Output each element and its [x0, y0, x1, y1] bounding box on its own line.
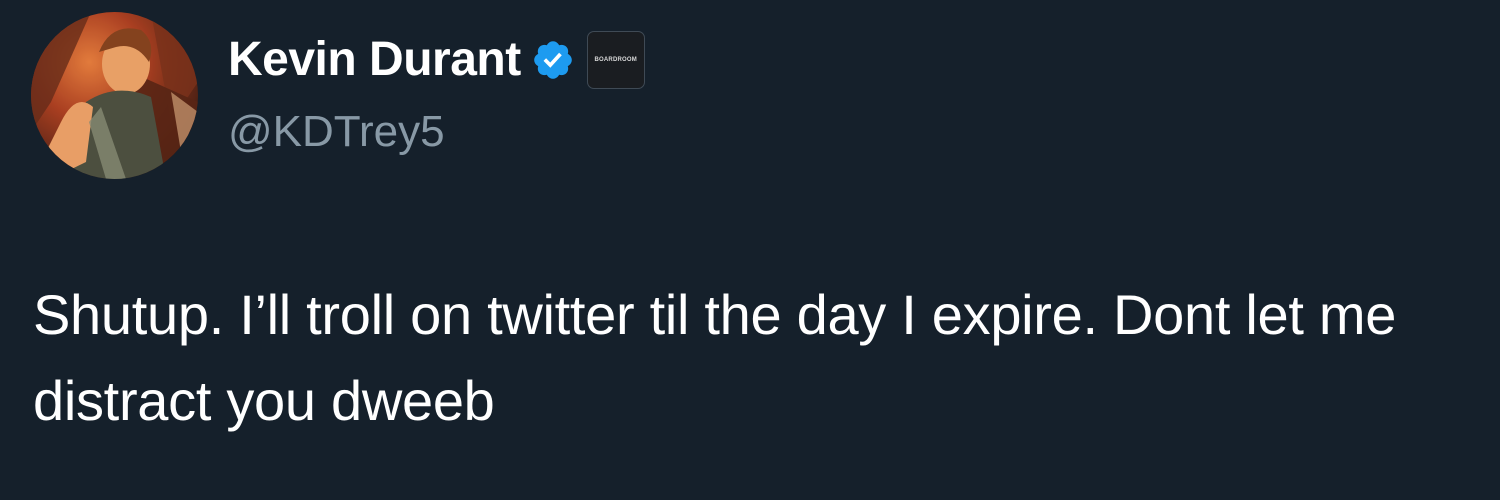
verified-badge-icon[interactable] [531, 38, 575, 82]
avatar-illustration [31, 12, 198, 179]
tweet-text: Shutup. I’ll troll on twitter til the da… [33, 283, 1397, 432]
author-display-name[interactable]: Kevin Durant [228, 28, 521, 92]
tweet-card: Kevin Durant BOARDROOM @KDTrey5 Shutup. … [0, 0, 1500, 500]
author-handle[interactable]: @KDTrey5 [228, 104, 445, 160]
author-avatar[interactable] [31, 12, 198, 179]
affiliate-label: BOARDROOM [594, 57, 637, 63]
author-name-row: Kevin Durant BOARDROOM [228, 28, 645, 92]
affiliate-badge[interactable]: BOARDROOM [586, 31, 645, 89]
